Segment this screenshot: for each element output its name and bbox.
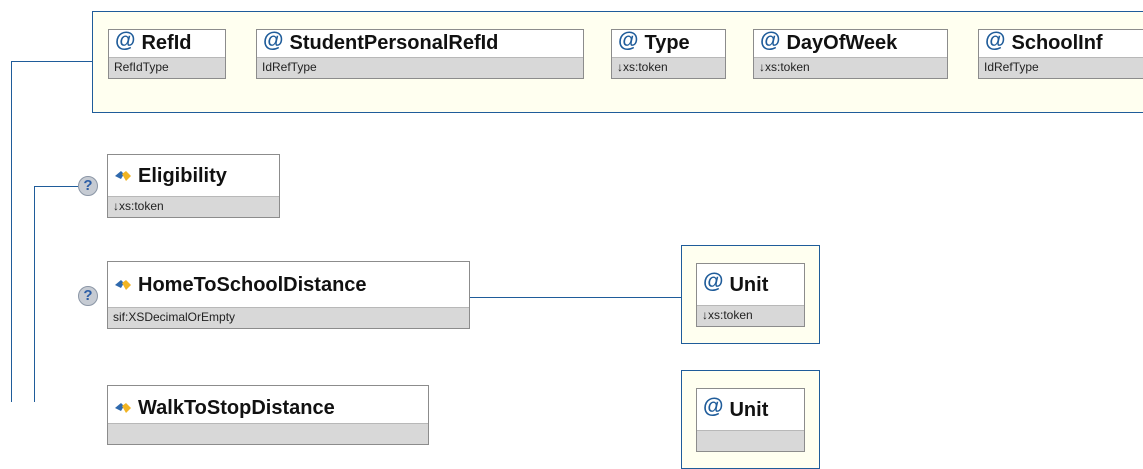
element-icon [114,279,132,291]
attribute-name: RefId [141,32,192,54]
attribute-name: Type [644,32,690,54]
at-sign-icon: @ [618,30,639,52]
element-eligibility[interactable]: Eligibility ↓xs:token [107,154,280,218]
unit-attribute-group-2: @ Unit [681,370,820,469]
optional-question-mark-icon: ? [78,286,98,306]
attribute-name: DayOfWeek [786,32,898,54]
attribute-type: ↓xs:token [754,57,947,78]
attribute-dayofweek[interactable]: @ DayOfWeek ↓xs:token [753,29,948,79]
at-sign-icon: @ [263,30,284,52]
attribute-name: Unit [729,273,769,296]
attribute-studentpersonalrefid[interactable]: @ StudentPersonalRefId IdRefType [256,29,584,79]
connector-home-to-school-unit [470,297,681,298]
connector-eligibility-vertical [34,186,35,402]
optional-question-mark-icon: ? [78,176,98,196]
at-sign-icon: @ [985,30,1006,52]
attribute-type [697,430,804,451]
element-name: HomeToSchoolDistance [138,273,367,296]
element-icon [114,402,132,414]
at-sign-icon: @ [760,30,781,52]
element-type [108,423,428,444]
at-sign-icon: @ [115,30,136,52]
unit-attribute-group: @ Unit ↓xs:token [681,245,820,344]
element-icon [114,170,132,182]
attribute-name: StudentPersonalRefId [289,32,499,54]
connector-eligibility [34,186,78,187]
attribute-type: IdRefType [257,57,583,78]
attribute-type: ↓xs:token [697,305,804,326]
element-type: ↓xs:token [108,196,279,217]
attribute-type: RefIdType [109,57,225,78]
attribute-unit[interactable]: @ Unit [696,388,805,452]
connector-main-vertical [11,61,12,402]
connector-attributes [11,61,92,62]
element-home-to-school-distance[interactable]: HomeToSchoolDistance sif:XSDecimalOrEmpt… [107,261,470,329]
at-sign-icon: @ [703,270,724,293]
at-sign-icon: @ [703,395,724,418]
element-name: WalkToStopDistance [138,396,335,419]
element-name: Eligibility [138,164,227,187]
attribute-name: SchoolInf [1011,32,1103,54]
attribute-schoolinf[interactable]: @ SchoolInf IdRefType [978,29,1143,79]
element-type: sif:XSDecimalOrEmpty [108,307,469,328]
attribute-unit[interactable]: @ Unit ↓xs:token [696,263,805,327]
attribute-group: @ RefId RefIdType @ StudentPersonalRefId I… [92,11,1143,113]
attribute-refid[interactable]: @ RefId RefIdType [108,29,226,79]
attribute-type: ↓xs:token [612,57,725,78]
attribute-type: IdRefType [979,57,1143,78]
attribute-type[interactable]: @ Type ↓xs:token [611,29,726,79]
element-walk-to-stop-distance[interactable]: WalkToStopDistance [107,385,429,445]
